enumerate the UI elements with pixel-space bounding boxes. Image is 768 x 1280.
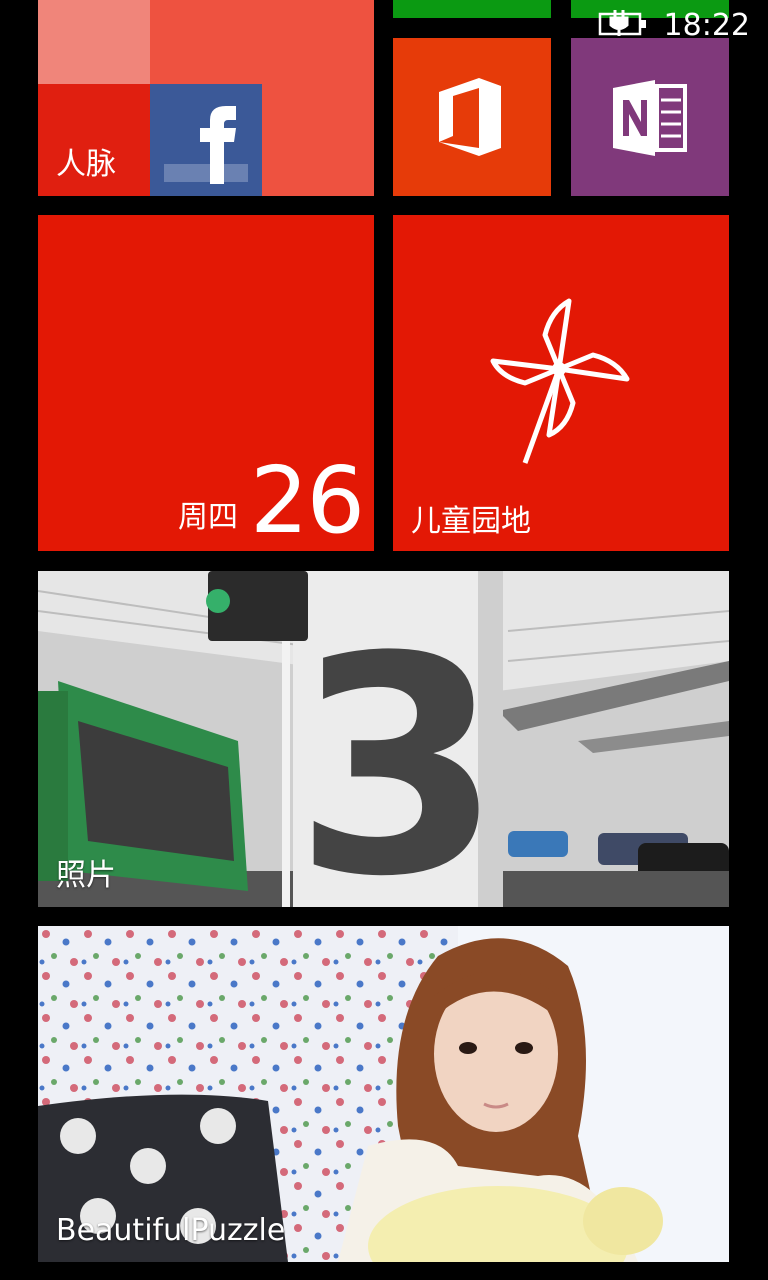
calendar-day: 周四 <box>178 500 238 535</box>
kids-corner-tile[interactable]: 儿童园地 <box>393 215 729 551</box>
photos-tile[interactable]: 3 照片 <box>38 571 729 907</box>
people-tile-label: 人脉 <box>56 147 116 182</box>
photos-tile-label: 照片 <box>56 858 116 893</box>
pinwheel-icon <box>489 295 633 471</box>
clock: 18:22 <box>663 7 750 43</box>
facebook-icon <box>150 84 262 196</box>
battery-charging-icon <box>598 8 650 42</box>
beautiful-puzzle-tile-image <box>38 926 729 1262</box>
svg-text:3: 3 <box>294 593 503 907</box>
calendar-tile[interactable]: 周四 26 <box>38 215 374 551</box>
onenote-tile[interactable] <box>571 38 729 196</box>
calendar-date: 26 <box>250 447 365 551</box>
people-tile-contact-block <box>38 0 150 84</box>
beautiful-puzzle-tile[interactable]: BeautifulPuzzle <box>38 926 729 1262</box>
people-tile[interactable]: 人脉 <box>38 0 374 196</box>
beautiful-puzzle-tile-label: BeautifulPuzzle <box>56 1213 286 1248</box>
status-bar: 18:22 <box>598 7 750 43</box>
office-tile[interactable] <box>393 38 551 196</box>
office-icon <box>435 76 505 162</box>
photos-tile-image: 3 <box>38 571 729 907</box>
onenote-icon <box>609 78 693 162</box>
partial-tile-green-left[interactable] <box>393 0 551 18</box>
kids-corner-label: 儿童园地 <box>411 504 531 539</box>
